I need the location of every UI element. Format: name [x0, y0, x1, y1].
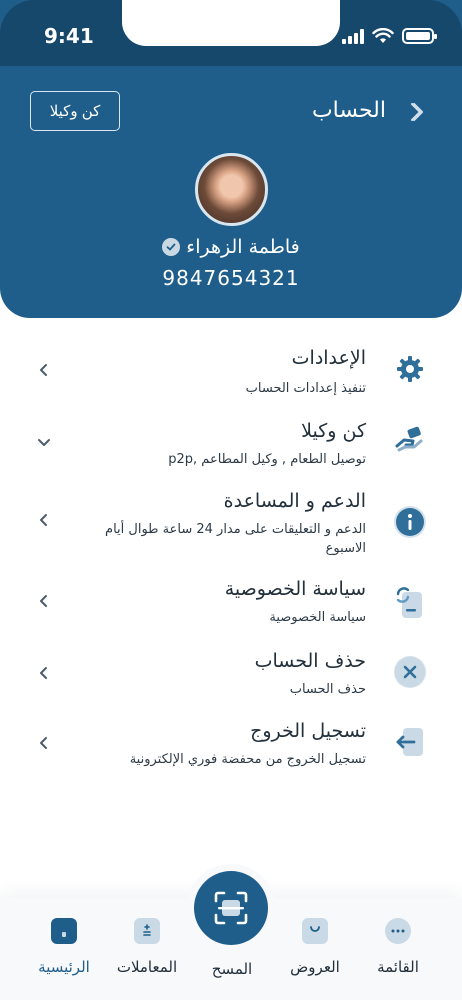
nav-home[interactable]: الرئيسية — [24, 918, 104, 976]
menu-title: تسجيل الخروج — [250, 720, 366, 742]
hand-money-icon — [394, 424, 426, 456]
scan-button[interactable] — [194, 871, 268, 945]
nav-label: المعاملات — [116, 958, 178, 976]
phone-number: 9847654321 — [162, 266, 300, 290]
user-name: فاطمة الزهراء — [186, 236, 300, 258]
info-icon — [394, 506, 426, 538]
logout-icon — [394, 726, 426, 758]
status-icons — [342, 28, 437, 44]
shopping-bag-icon — [302, 918, 328, 944]
menu-item-privacy[interactable]: سياسة الخصوصية سياسة الخصوصية — [0, 576, 462, 636]
avatar[interactable] — [195, 153, 268, 226]
menu-subtitle: سياسة الخصوصية — [269, 610, 366, 625]
home-icon — [51, 918, 77, 944]
more-dots-icon — [385, 918, 411, 944]
menu-title: حذف الحساب — [254, 650, 366, 672]
chevron-left-icon — [40, 595, 47, 607]
verified-badge-icon — [162, 238, 181, 256]
nav-label: الرئيسية — [38, 958, 90, 976]
nav-offers[interactable]: العروض — [275, 918, 355, 976]
menu-item-settings[interactable]: الإعدادات تنفيذ إعدادات الحساب — [0, 345, 462, 405]
calculator-icon — [134, 918, 160, 944]
page-title: الحساب — [311, 98, 386, 123]
privacy-doc-icon — [394, 586, 426, 618]
chevron-left-icon — [40, 364, 47, 376]
menu-item-delete-account[interactable]: حذف الحساب حذف الحساب — [0, 648, 462, 708]
device-notch — [122, 0, 340, 46]
scan-frame-icon — [214, 891, 248, 925]
menu-item-logout[interactable]: تسجيل الخروج تسجيل الخروج من محفضة فوري … — [0, 718, 462, 778]
chevron-left-icon — [40, 514, 47, 526]
menu-subtitle: حذف الحساب — [289, 682, 366, 697]
chevron-down-icon — [38, 439, 50, 446]
menu-title: الدعم و المساعدة — [223, 490, 366, 512]
double-chevron-back-icon[interactable] — [406, 100, 430, 124]
nav-label: القائمة — [377, 958, 419, 976]
menu-subtitle: توصيل الطعام , وكيل المطاعم ,p2p — [168, 452, 366, 467]
wifi-icon — [372, 28, 394, 43]
menu-title: سياسة الخصوصية — [224, 578, 366, 600]
nav-transactions[interactable]: المعاملات — [107, 918, 187, 976]
menu-title: كن وكيلا — [301, 420, 366, 442]
signal-icon — [342, 28, 364, 44]
delete-icon — [394, 656, 426, 688]
menu-subtitle: تسجيل الخروج من محفضة فوري الإلكترونية — [129, 752, 366, 767]
menu-subtitle: الدعم و التعليقات على مدار 24 ساعة طوال … — [105, 522, 366, 556]
menu-item-support[interactable]: الدعم و المساعدة الدعم و التعليقات على م… — [0, 488, 462, 558]
nav-label: العروض — [290, 958, 340, 976]
menu-subtitle: تنفيذ إعدادات الحساب — [245, 381, 366, 396]
user-name-row: فاطمة الزهراء — [0, 236, 462, 258]
status-time: 9:41 — [44, 24, 94, 48]
gear-icon — [394, 353, 426, 385]
become-agent-button[interactable]: كن وكيلا — [30, 91, 120, 131]
chevron-left-icon — [40, 737, 47, 749]
battery-icon — [402, 28, 437, 44]
menu-title: الإعدادات — [291, 347, 366, 369]
nav-menu[interactable]: القائمة — [358, 918, 438, 976]
nav-label-scan[interactable]: المسح — [192, 960, 272, 978]
chevron-left-icon — [40, 667, 47, 679]
menu-item-become-agent[interactable]: كن وكيلا توصيل الطعام , وكيل المطاعم ,p2… — [0, 418, 462, 478]
